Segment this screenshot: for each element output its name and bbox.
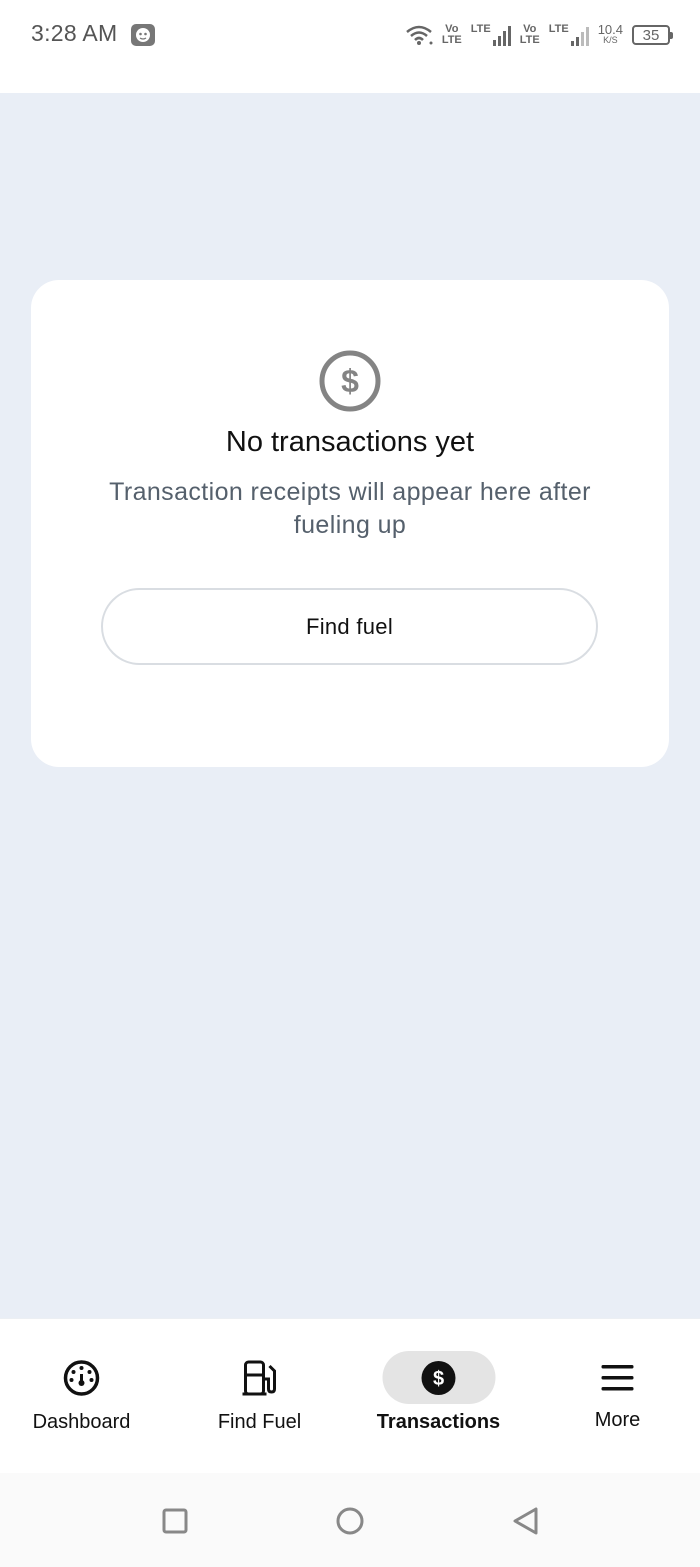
- back-button[interactable]: [507, 1503, 543, 1539]
- circle-icon: [336, 1507, 364, 1535]
- svg-text:$: $: [341, 363, 359, 399]
- signal-1: LTE: [471, 24, 511, 46]
- active-tab-indicator: $: [382, 1351, 495, 1404]
- find-fuel-button[interactable]: Find fuel: [101, 588, 598, 665]
- app-notification-icon: [131, 24, 155, 46]
- nav-item-dashboard[interactable]: Dashboard: [0, 1319, 169, 1474]
- volte-badge-1: Vo LTE: [441, 23, 462, 46]
- nav-item-more[interactable]: More: [530, 1319, 700, 1474]
- bottom-navigation: Dashboard Find Fuel $ Transactions More: [0, 1318, 700, 1474]
- transactions-screen: $ No transactions yet Transaction receip…: [0, 93, 700, 1318]
- nav-label-more: More: [594, 1409, 641, 1431]
- system-navigation-bar: [0, 1473, 700, 1567]
- wifi-icon: [406, 25, 433, 45]
- empty-state-card: $ No transactions yet Transaction receip…: [31, 280, 669, 767]
- volte-badge-2: Vo LTE: [519, 23, 540, 46]
- nav-label-find-fuel: Find Fuel: [217, 1411, 302, 1433]
- network-speed: 10.4 K/S: [597, 22, 623, 45]
- battery-icon: 35: [632, 25, 673, 45]
- nav-item-transactions[interactable]: $ Transactions: [351, 1319, 526, 1474]
- square-icon: [162, 1508, 188, 1534]
- triangle-back-icon: [513, 1507, 538, 1535]
- status-indicators: Vo LTE LTE Vo LTE LTE 10.4 K/S 35: [405, 20, 673, 50]
- svg-text:$: $: [433, 1368, 444, 1390]
- nav-item-find-fuel[interactable]: Find Fuel: [172, 1319, 347, 1474]
- dollar-circle-icon: $: [319, 350, 381, 412]
- signal-bars-icon: [492, 24, 511, 46]
- dashboard-gauge-icon: [63, 1359, 100, 1396]
- signal-bars-icon: [570, 24, 589, 46]
- fuel-pump-icon: [242, 1360, 276, 1395]
- dollar-circle-icon: $: [421, 1360, 456, 1395]
- signal-2: LTE: [549, 24, 589, 46]
- status-bar: 3:28 AM Vo LTE LTE Vo LTE LTE 10.4 K/S 3…: [0, 0, 700, 93]
- empty-state-subtitle: Transaction receipts will appear here af…: [109, 478, 591, 539]
- nav-label-dashboard: Dashboard: [32, 1411, 131, 1433]
- menu-icon: [601, 1364, 634, 1390]
- home-button[interactable]: [332, 1503, 368, 1539]
- recents-button[interactable]: [157, 1503, 193, 1539]
- status-time: 3:28 AM: [31, 20, 118, 46]
- nav-label-transactions: Transactions: [376, 1411, 501, 1433]
- empty-state-title: No transactions yet: [225, 426, 475, 458]
